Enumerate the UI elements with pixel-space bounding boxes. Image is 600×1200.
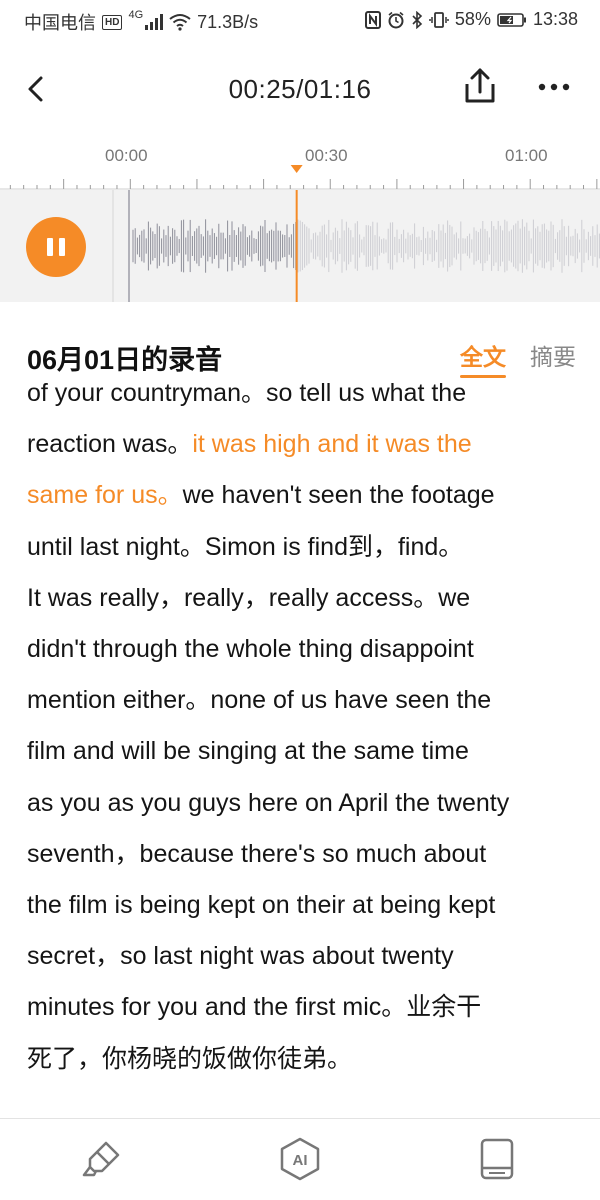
- tab-summary[interactable]: 摘要: [530, 338, 576, 372]
- playhead-marker: [290, 165, 303, 173]
- highlighter-icon[interactable]: [80, 1137, 124, 1181]
- more-icon[interactable]: [534, 72, 574, 102]
- tab-full-text[interactable]: 全文: [460, 338, 506, 378]
- transcript-line: It was really，really，really access。we: [27, 573, 577, 624]
- battery-icon: [497, 12, 526, 27]
- share-icon[interactable]: [460, 66, 500, 106]
- battery-percent: 58%: [454, 9, 491, 29]
- clock: 13:38: [532, 9, 578, 29]
- nfc-icon: [364, 10, 381, 29]
- network-speed: 71.3B/s: [197, 11, 259, 32]
- transcript-line: didn't through the whole thing disappoin…: [27, 624, 577, 675]
- transcript-line: film and will be singing at the same tim…: [27, 726, 577, 777]
- ai-label: AI: [293, 1152, 308, 1169]
- vibrate-icon: [429, 11, 449, 28]
- top-bar: 00:25/01:16: [0, 60, 600, 120]
- book-icon[interactable]: [475, 1137, 519, 1181]
- bottom-toolbar: AI: [0, 1119, 600, 1200]
- status-bar: 中国电信 HD 4G 71.3B/s 58% 13:38: [0, 0, 600, 40]
- timeline-ruler[interactable]: [0, 164, 600, 190]
- transcript-line: same for us。we haven't seen the footage: [27, 470, 577, 521]
- transcript-line: as you as you guys here on April the twe…: [27, 778, 577, 829]
- transcript-segment: seventh，because there's so much about: [27, 839, 487, 868]
- wifi-icon: [169, 14, 191, 31]
- waveform[interactable]: [0, 190, 600, 302]
- transcript-segment: film and will be singing at the same tim…: [27, 737, 469, 766]
- pause-button[interactable]: [26, 217, 86, 277]
- transcript-segment: minutes for you and the first mic。业余干: [27, 993, 482, 1022]
- alarm-icon: [388, 11, 404, 28]
- transcript-segment: secret，so last night was about twenty: [27, 942, 454, 971]
- transcript-segment: mention either。none of us have seen the: [27, 686, 492, 715]
- playback-time: 00:25/01:16: [228, 74, 372, 104]
- tick-label: 00:00: [105, 146, 148, 165]
- transcript-line: seventh，because there's so much about: [27, 829, 577, 880]
- transcript-segment: reaction was。: [27, 430, 193, 459]
- transcript-segment: didn't through the whole thing disappoin…: [27, 635, 474, 664]
- transcript-segment: the film is being kept on their at being…: [27, 891, 496, 920]
- transcript-line: secret，so last night was about twenty: [27, 931, 577, 982]
- tick-label: 01:00: [505, 146, 548, 165]
- bluetooth-icon: [412, 10, 423, 29]
- transcript-line: mention either。none of us have seen the: [27, 675, 577, 726]
- transcript-line: minutes for you and the first mic。业余干: [27, 982, 577, 1033]
- view-tabs: 全文 摘要: [460, 338, 576, 378]
- waveform-area[interactable]: [0, 190, 600, 302]
- highlighted-segment: same for us。: [27, 481, 183, 510]
- transcript-segment: It was really，really，really access。we: [27, 583, 471, 612]
- transcript-line: of your countryman。so tell us what the: [27, 368, 577, 419]
- hd-badge: HD: [102, 14, 123, 30]
- ai-icon[interactable]: AI: [278, 1137, 322, 1181]
- transcript-line: reaction was。it was high and it was the: [27, 419, 577, 470]
- transcript-segment: until last night。Simon is find到，find。: [27, 532, 464, 561]
- highlighted-segment: it was high and it was the: [192, 430, 472, 459]
- tick-label: 00:30: [305, 146, 348, 165]
- transcript-segment: of your countryman。so tell us what the: [27, 379, 467, 407]
- carrier-label: 中国电信: [24, 13, 96, 33]
- transcript-text[interactable]: of your countryman。so tell us what the re…: [27, 368, 577, 1085]
- signal-icon: [145, 14, 164, 30]
- transcript-line: the film is being kept on their at being…: [27, 880, 577, 931]
- transcript-segment: we haven't seen the footage: [182, 481, 495, 510]
- transcript-line: 死了，你杨晓的饭做你徒弟。: [27, 1034, 577, 1085]
- network-type: 4G: [128, 9, 144, 21]
- transcript-segment: as you as you guys here on April the twe…: [27, 788, 510, 817]
- transcript-segment: 死了，你杨晓的饭做你徒弟。: [27, 1044, 353, 1073]
- transcript-line: until last night。Simon is find到，find。: [27, 522, 577, 573]
